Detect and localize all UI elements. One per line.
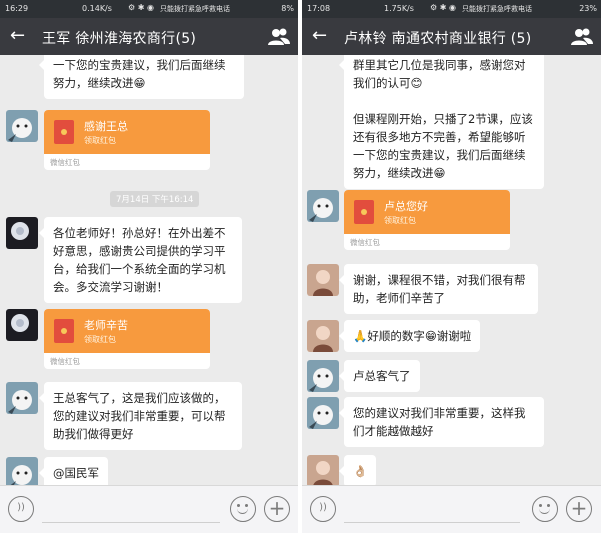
red-packet-footer: 微信红包 (50, 158, 80, 167)
message-bubble[interactable]: 您的建议对我们非常重要，这样我们才能越做越好 (339, 397, 544, 447)
plus-icon[interactable]: + (566, 496, 592, 522)
red-packet-subtitle: 领取红包 (84, 136, 116, 145)
status-time: 17:08 (307, 4, 331, 13)
message-list[interactable]: 群里其它几位是我同事，感谢您对我们的认可😊 但课程刚开始，只播了2节课，应该还有… (302, 55, 601, 485)
red-envelope-icon (354, 200, 374, 224)
message-bubble[interactable]: 谢谢，课程很不错，对我们很有帮助，老师们辛苦了 (339, 264, 538, 314)
status-battery: 8% (281, 4, 294, 13)
input-bar: )) + (0, 485, 298, 533)
red-packet-title: 老师辛苦 (84, 319, 128, 332)
red-packet-footer: 微信红包 (350, 238, 380, 247)
message-bubble[interactable]: @国民军 (39, 457, 108, 485)
message-bubble[interactable]: 群里其它几位是我同事，感谢您对我们的认可😊 但课程刚开始，只播了2节课，应该还有… (339, 55, 544, 189)
chat-header: ← 王军 徐州淮海农商行(5) (0, 18, 298, 55)
timestamp: 7月14日 下午16:14 (110, 191, 200, 207)
emoji-icon[interactable] (230, 496, 256, 522)
voice-icon[interactable]: )) (310, 496, 336, 522)
avatar[interactable] (307, 360, 339, 392)
message-input[interactable] (42, 495, 220, 523)
status-bar: 17:08 1.75K/s ⚙ ✱ ◉ 只能拨打紧急呼救电话 23% (302, 0, 601, 18)
status-icons: ⚙ ✱ ◉ (430, 3, 456, 12)
input-bar: )) + (302, 485, 601, 533)
group-members-icon[interactable] (268, 28, 290, 46)
message-bubble[interactable]: 各位老师好！孙总好！在外出差不好意思，感谢贵公司提供的学习平台，给我们一个系统全… (39, 217, 242, 303)
message-input[interactable] (344, 495, 520, 523)
status-bar: 16:29 0.14K/s ⚙ ✱ ◉ 只能拨打紧急呼救电话 8% (0, 0, 298, 18)
red-packet-card[interactable]: 感谢王总 领取红包 微信红包 (44, 110, 210, 170)
red-packet-footer: 微信红包 (50, 357, 80, 366)
status-speed: 1.75K/s (384, 4, 414, 13)
red-packet-title: 卢总您好 (384, 200, 428, 213)
back-arrow-icon[interactable]: ← (10, 24, 25, 48)
plus-icon[interactable]: + (264, 496, 290, 522)
status-icons: ⚙ ✱ ◉ (128, 3, 154, 12)
red-packet-subtitle: 领取红包 (84, 335, 116, 344)
red-packet-card[interactable]: 卢总您好 领取红包 微信红包 (344, 190, 510, 250)
avatar[interactable] (6, 217, 38, 249)
status-battery: 23% (579, 4, 597, 13)
avatar[interactable] (6, 457, 38, 485)
red-envelope-icon (54, 120, 74, 144)
back-arrow-icon[interactable]: ← (312, 24, 327, 48)
chat-header: ← 卢林铃 南通农村商业银行 (5) (302, 18, 601, 55)
red-envelope-icon (54, 319, 74, 343)
avatar[interactable] (6, 110, 38, 142)
chat-title: 王军 徐州淮海农商行(5) (42, 31, 197, 47)
avatar[interactable] (307, 320, 339, 352)
red-packet-title: 感谢王总 (84, 120, 128, 133)
status-carrier: 只能拨打紧急呼救电话 (160, 5, 230, 13)
message-bubble[interactable]: 🙏好顺的数字😁谢谢啦 (338, 320, 481, 352)
right-chat-screen: 17:08 1.75K/s ⚙ ✱ ◉ 只能拨打紧急呼救电话 23% ← 卢林铃… (302, 0, 601, 533)
emoji-icon[interactable] (532, 496, 558, 522)
chat-title: 卢林铃 南通农村商业银行 (5) (344, 31, 532, 47)
group-members-icon[interactable] (571, 28, 593, 46)
avatar[interactable] (307, 455, 339, 485)
voice-icon[interactable]: )) (8, 496, 34, 522)
message-bubble[interactable]: 👌🏼 (338, 455, 377, 485)
left-chat-screen: 16:29 0.14K/s ⚙ ✱ ◉ 只能拨打紧急呼救电话 8% ← 王军 徐… (0, 0, 298, 533)
avatar[interactable] (307, 190, 339, 222)
red-packet-card[interactable]: 老师辛苦 领取红包 微信红包 (44, 309, 210, 369)
message-bubble[interactable]: 卢总客气了 (339, 360, 420, 392)
avatar[interactable] (307, 264, 339, 296)
status-speed: 0.14K/s (82, 4, 112, 13)
red-packet-subtitle: 领取红包 (384, 216, 416, 225)
avatar[interactable] (307, 397, 339, 429)
avatar[interactable] (6, 382, 38, 414)
message-bubble[interactable]: 一下您的宝贵建议，我们后面继续努力，继续改进😁 (39, 55, 244, 99)
status-time: 16:29 (5, 4, 29, 13)
message-bubble[interactable]: 王总客气了，这是我们应该做的，您的建议对我们非常重要，可以帮助我们做得更好 (39, 382, 242, 450)
avatar[interactable] (6, 309, 38, 341)
status-carrier: 只能拨打紧急呼救电话 (462, 5, 532, 13)
message-list[interactable]: 一下您的宝贵建议，我们后面继续努力，继续改进😁 感谢王总 领取红包 微信红包 7… (0, 55, 298, 485)
